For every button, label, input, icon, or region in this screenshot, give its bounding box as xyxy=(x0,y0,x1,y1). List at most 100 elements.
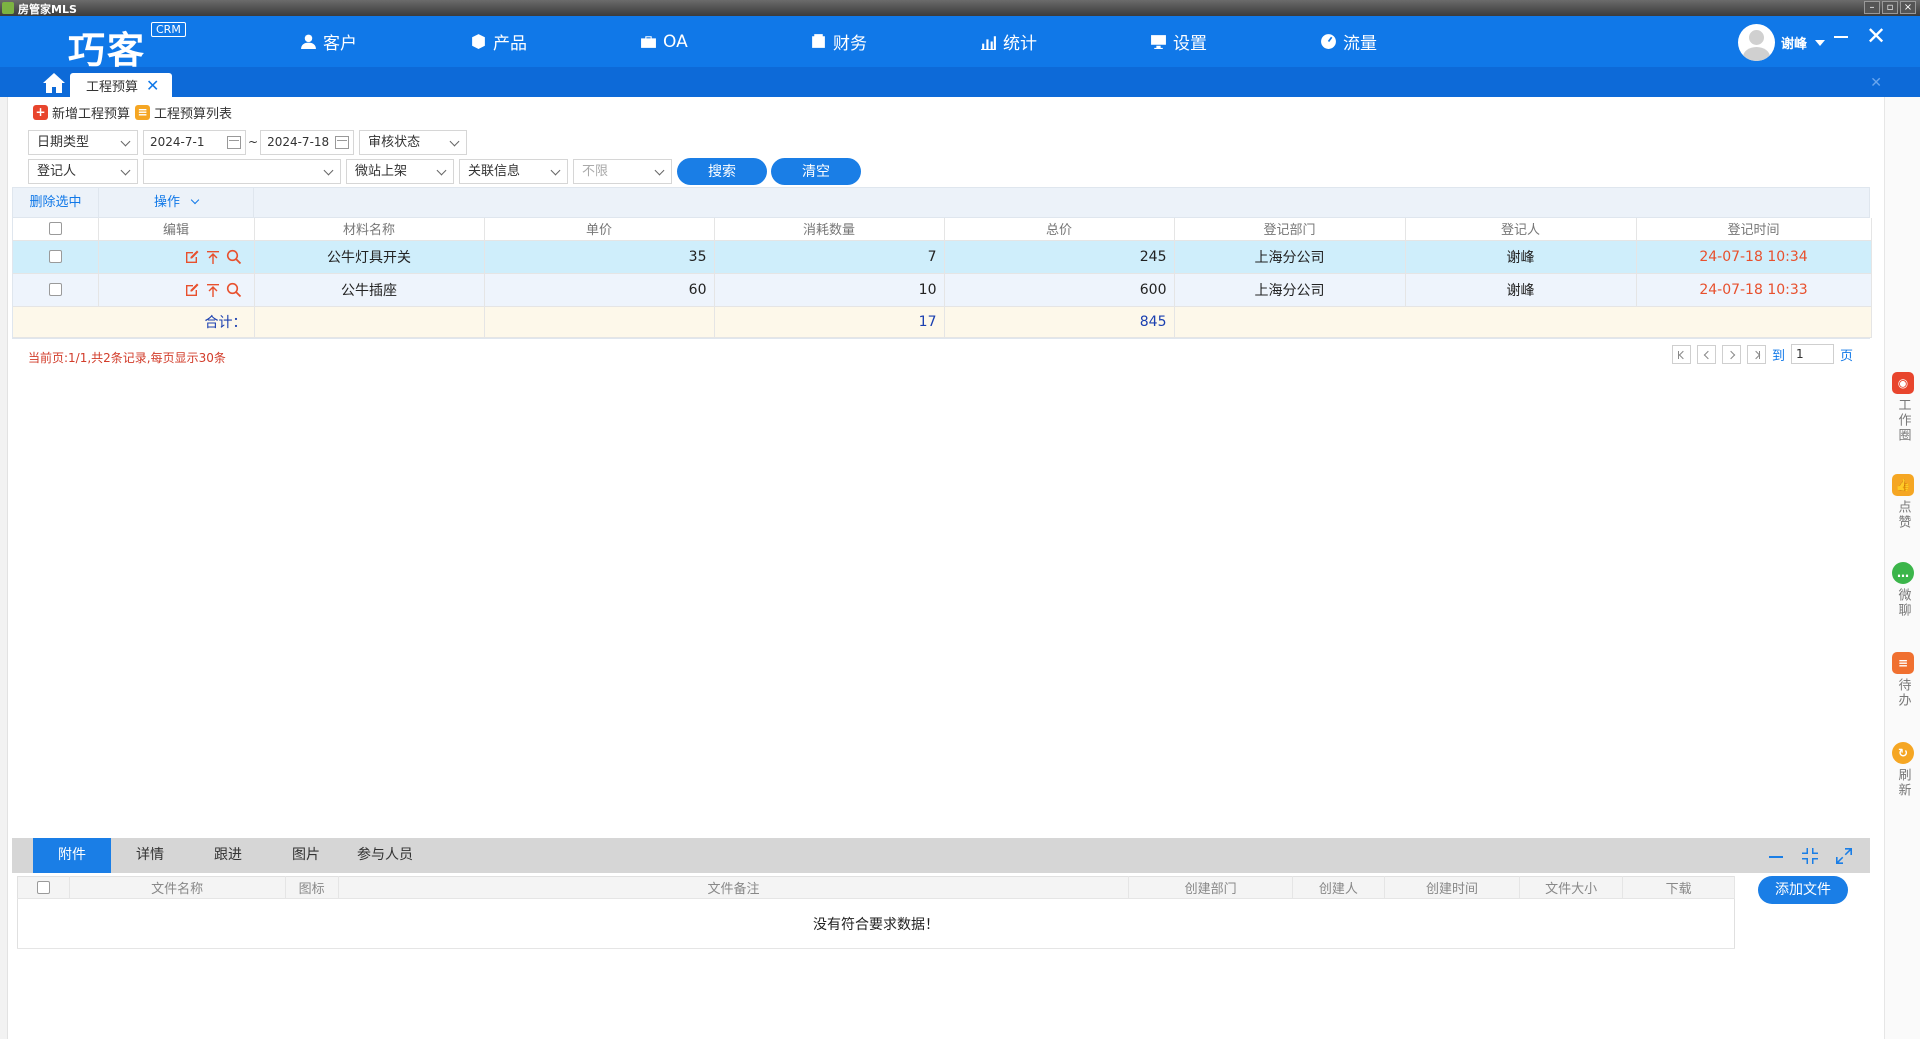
nav-item-product[interactable]: 产品 xyxy=(470,16,640,67)
column-header[interactable]: 文件大小 xyxy=(1519,876,1624,899)
audit-status-select[interactable]: 审核状态 xyxy=(359,129,468,155)
close-all-tabs-icon[interactable]: ✕ xyxy=(1870,75,1882,91)
budget-list-link[interactable]: 工程预算列表 xyxy=(154,103,232,122)
main-nav: 客户 产品 OA 财务 统计 设置 流量 xyxy=(300,16,1490,67)
minimize-icon[interactable] xyxy=(1766,846,1786,866)
row-checkbox[interactable] xyxy=(48,250,62,263)
os-maximize-button[interactable]: ▫ xyxy=(1882,1,1898,14)
quantity-cell: 7 xyxy=(714,240,945,274)
nav-item-statistics[interactable]: 统计 xyxy=(980,16,1150,67)
tab-images[interactable]: 图片 xyxy=(267,838,345,873)
clear-button[interactable]: 清空 xyxy=(771,157,861,185)
os-minimize-button[interactable]: – xyxy=(1864,1,1880,14)
link-info-select[interactable]: 关联信息 xyxy=(459,158,568,184)
chevron-down-icon xyxy=(449,136,460,146)
first-page-button[interactable] xyxy=(1672,344,1691,364)
wallet-icon xyxy=(812,34,825,48)
add-icon: + xyxy=(33,105,48,120)
rail-item-like[interactable]: 👍 点赞 xyxy=(1885,474,1920,530)
add-budget-link[interactable]: 新增工程预算 xyxy=(52,103,130,122)
tab-follow-up[interactable]: 跟进 xyxy=(189,838,267,873)
column-header[interactable]: 材料名称 xyxy=(254,218,485,241)
last-page-button[interactable] xyxy=(1747,344,1766,364)
select-all-checkbox[interactable] xyxy=(36,881,50,894)
unit-price-cell: 60 xyxy=(484,273,715,307)
search-icon[interactable] xyxy=(226,282,242,298)
move-top-icon[interactable] xyxy=(205,249,221,265)
close-icon[interactable]: ✕ xyxy=(146,76,159,95)
nav-item-finance[interactable]: 财务 xyxy=(810,16,980,67)
select-all-checkbox[interactable] xyxy=(48,222,62,236)
briefcase-icon xyxy=(641,36,656,48)
rail-label: 刷新 xyxy=(1895,768,1911,798)
date-from-input[interactable]: 2024-7-1 xyxy=(143,129,246,155)
calendar-icon[interactable] xyxy=(227,135,241,149)
column-header[interactable]: 文件备注 xyxy=(338,876,1130,899)
nav-item-settings[interactable]: 设置 xyxy=(1150,16,1320,67)
registrant-select[interactable]: 登记人 xyxy=(28,158,138,184)
tab-details[interactable]: 详情 xyxy=(111,838,189,873)
date-separator: ~ xyxy=(248,135,259,149)
nav-item-traffic[interactable]: 流量 xyxy=(1320,16,1490,67)
column-header[interactable]: 图标 xyxy=(285,876,339,899)
tab-label: 工程预算 xyxy=(86,79,139,95)
column-header[interactable]: 创建人 xyxy=(1292,876,1385,899)
tab-participants[interactable]: 参与人员 xyxy=(345,838,425,873)
list-icon: ≡ xyxy=(135,105,151,120)
table-row[interactable]: 公牛灯具开关 35 7 245 上海分公司 谢峰 24-07-18 10:34 xyxy=(13,240,1872,274)
row-checkbox[interactable] xyxy=(48,283,62,296)
column-header[interactable]: 登记时间 xyxy=(1636,218,1872,241)
date-to-input[interactable]: 2024-7-18 xyxy=(260,129,355,155)
column-header[interactable]: 单价 xyxy=(484,218,715,241)
page-number-input[interactable]: 1 xyxy=(1791,344,1835,364)
column-header[interactable]: 登记部门 xyxy=(1174,218,1406,241)
column-header[interactable]: 编辑 xyxy=(98,218,255,241)
micro-shelf-select[interactable]: 微站上架 xyxy=(346,158,454,184)
expand-icon[interactable] xyxy=(1834,846,1854,866)
edit-icon[interactable] xyxy=(184,249,200,265)
minimize-icon[interactable] xyxy=(1834,36,1848,38)
delete-selected-button[interactable]: 删除选中 xyxy=(13,187,99,218)
operations-menu[interactable]: 操作 xyxy=(99,187,254,218)
tab-attachments[interactable]: 附件 xyxy=(33,838,111,873)
registrant-name-select[interactable] xyxy=(143,158,341,184)
search-button[interactable]: 搜索 xyxy=(677,157,767,185)
column-header[interactable]: 创建部门 xyxy=(1128,876,1293,899)
next-page-button[interactable] xyxy=(1722,344,1741,364)
rail-item-refresh[interactable]: ↻ 刷新 xyxy=(1885,742,1920,798)
add-file-button[interactable]: 添加文件 xyxy=(1758,876,1848,904)
detail-tabs: 附件 详情 跟进 图片 参与人员 xyxy=(12,838,1870,873)
user-menu[interactable]: 谢峰 xyxy=(1738,24,1826,61)
move-top-icon[interactable] xyxy=(205,282,221,298)
column-header[interactable]: 文件名称 xyxy=(69,876,286,899)
rail-item-work-circle[interactable]: ◉ 工作圈 xyxy=(1885,372,1920,443)
os-close-button[interactable]: × xyxy=(1900,1,1916,14)
collapse-icon[interactable] xyxy=(1800,846,1820,866)
column-header[interactable]: 创建时间 xyxy=(1384,876,1521,899)
date-type-select[interactable]: 日期类型 xyxy=(28,129,138,155)
table-row[interactable]: 公牛插座 60 10 600 上海分公司 谢峰 24-07-18 10:33 xyxy=(13,273,1872,307)
search-icon[interactable] xyxy=(226,249,242,265)
right-rail: ◉ 工作圈 👍 点赞 … 微聊 ≡ 待办 ↻ 刷新 xyxy=(1884,97,1920,1039)
detail-panel: 附件 详情 跟进 图片 参与人员 文件名称 图标 文件备注 创建部门 创建人 创… xyxy=(12,838,1870,1039)
avatar xyxy=(1738,24,1775,61)
prev-page-button[interactable] xyxy=(1697,344,1716,364)
edit-icon[interactable] xyxy=(184,282,200,298)
close-icon[interactable]: ✕ xyxy=(1866,24,1886,48)
column-header[interactable]: 总价 xyxy=(944,218,1175,241)
rail-item-chat[interactable]: … 微聊 xyxy=(1885,562,1920,618)
summary-empty-cell xyxy=(484,306,715,338)
nav-item-customer[interactable]: 客户 xyxy=(300,16,470,67)
gauge-icon xyxy=(1321,34,1336,49)
home-icon[interactable] xyxy=(42,72,66,94)
summary-row: 合计： 17 845 xyxy=(13,306,1872,338)
column-header[interactable]: 登记人 xyxy=(1405,218,1637,241)
nav-item-oa[interactable]: OA xyxy=(640,16,810,67)
calendar-icon[interactable] xyxy=(335,135,350,149)
rail-item-todo[interactable]: ≡ 待办 xyxy=(1885,652,1920,708)
column-header[interactable]: 下载 xyxy=(1622,876,1735,899)
unlimited-select[interactable]: 不限 xyxy=(573,158,672,184)
column-header[interactable]: 消耗数量 xyxy=(714,218,945,241)
tab-engineering-budget[interactable]: 工程预算 ✕ xyxy=(70,73,172,97)
summary-label: 合计： xyxy=(13,306,255,338)
